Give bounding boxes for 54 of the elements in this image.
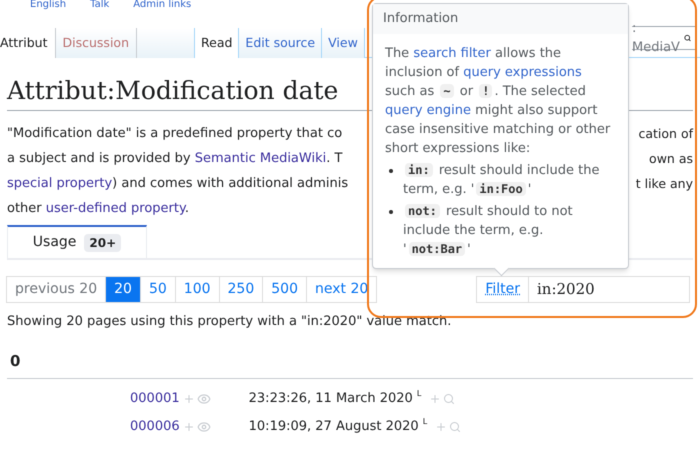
code-snippet: ! <box>479 84 492 98</box>
filter-input[interactable]: in:2020 <box>529 277 689 302</box>
eye-icon[interactable] <box>196 392 211 406</box>
page-tab[interactable]: View <box>322 28 365 58</box>
filter-field[interactable]: Filter in:2020 <box>476 276 690 303</box>
popup-title: Information <box>383 10 458 28</box>
code-snippet: ~ <box>440 84 454 98</box>
page-link[interactable]: 000006 <box>130 417 180 437</box>
footnote-mark: L <box>416 388 422 400</box>
text-link[interactable]: special property <box>7 176 112 191</box>
page-title: Attribut:Modification date <box>7 75 338 107</box>
text-link[interactable]: search filter <box>413 46 491 61</box>
description-text: other user-defined property. <box>7 200 189 218</box>
code-snippet: not: <box>405 204 440 218</box>
footnote-mark: L <box>422 416 428 428</box>
description-text: cation of <box>638 125 693 143</box>
result-summary: Showing 20 pages using this property with a "in:2020" value match. <box>7 313 452 331</box>
text-link[interactable]: Semantic MediaWiki <box>194 151 326 166</box>
code-snippet: in: <box>405 163 433 177</box>
list-item-text: not: result should to not include the term, e.g. ' not:Bar ' <box>403 203 574 259</box>
page-tab[interactable]: Discussion <box>56 28 137 58</box>
eye-icon[interactable] <box>196 420 211 434</box>
text-link[interactable]: query expressions <box>463 65 582 80</box>
filter-label[interactable]: Filter <box>477 277 529 302</box>
page-size-button[interactable]: 500 <box>262 276 307 303</box>
page-tab[interactable]: Attribut <box>0 28 56 58</box>
page-link[interactable]: 000001 <box>130 389 180 409</box>
popup-text: The search filter allows the inclusion of query expressions such as ~ or ! . The selected query engine might also support case insensitive matching or other short expressions like: <box>385 45 612 158</box>
text-link[interactable]: query engine <box>385 103 471 118</box>
description-text: t like any <box>636 175 693 193</box>
description-text: special property) and comes with additional adminis <box>7 175 348 193</box>
page-size-button[interactable]: 100 <box>174 276 220 303</box>
description-text: own as <box>649 150 693 168</box>
plus-icon[interactable] <box>182 393 195 405</box>
description-text: a subject and is provided by Semantic MediaWiki. T <box>7 150 342 168</box>
group-heading: 0 <box>9 350 20 372</box>
page-size-button[interactable]: next 20 <box>306 276 378 303</box>
plus-icon[interactable] <box>435 421 448 433</box>
page-tab[interactable]: Edit source <box>239 28 322 58</box>
bullet-icon <box>389 210 393 214</box>
usage-tab[interactable]: Usage 20+ <box>7 225 147 258</box>
code-snippet: not:Bar <box>408 242 466 256</box>
page-size-button[interactable]: 50 <box>140 276 176 303</box>
bullet-icon <box>389 169 393 173</box>
plus-icon[interactable] <box>429 393 442 405</box>
plus-icon[interactable] <box>182 421 195 433</box>
code-snippet: in:Foo <box>476 182 526 196</box>
count-badge: 20+ <box>84 234 122 252</box>
page-size-button[interactable]: 20 <box>105 276 141 303</box>
page-size-button[interactable]: 250 <box>218 276 264 303</box>
value-text: 10:19:09, 27 August 2020 <box>248 418 419 436</box>
value-text: 23:23:26, 11 March 2020 <box>248 390 413 408</box>
description-text: "Modification date" is a predefined property that co <box>7 125 342 143</box>
text-link[interactable]: user-defined property <box>46 201 185 216</box>
